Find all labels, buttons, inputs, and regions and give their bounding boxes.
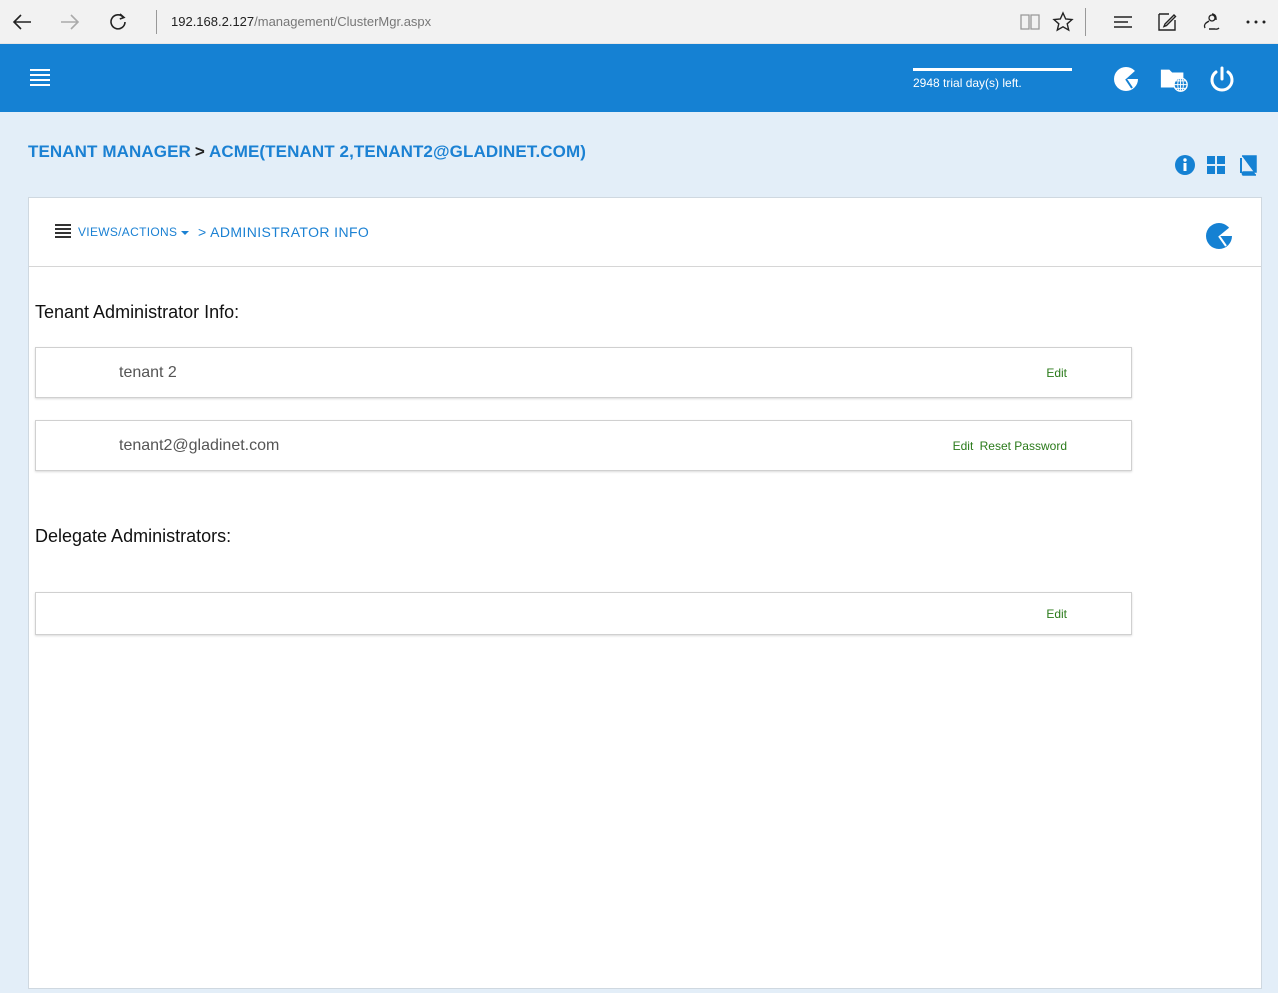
admin-name-text: tenant 2 xyxy=(119,364,177,381)
breadcrumb-current[interactable]: ACME(TENANT 2,TENANT2@GLADINET.COM) xyxy=(209,142,586,161)
trial-days-text: 2948 trial day(s) left. xyxy=(913,76,1022,90)
back-icon[interactable] xyxy=(8,8,36,36)
share-icon[interactable] xyxy=(1198,8,1226,36)
caret-down-icon xyxy=(181,230,190,235)
trial-progress-bar xyxy=(913,68,1072,71)
admin-email-text: tenant2@gladinet.com xyxy=(119,437,280,454)
hub-icon[interactable] xyxy=(1109,8,1137,36)
info-icon[interactable] xyxy=(1174,154,1196,176)
edit-delegates-link[interactable]: Edit xyxy=(1046,607,1067,621)
dashboard-pie-icon[interactable] xyxy=(1111,64,1141,94)
panel-header: VIEWS/ACTIONS > ADMINISTRATOR INFO xyxy=(29,198,1261,267)
breadcrumb-root-link[interactable]: TENANT MANAGER xyxy=(28,142,191,161)
delegate-admins-card: Edit xyxy=(35,592,1132,635)
hamburger-icon[interactable] xyxy=(30,69,50,87)
tiles-icon[interactable] xyxy=(1205,154,1227,176)
app-header: 2948 trial day(s) left. xyxy=(0,44,1278,112)
toolbar-divider xyxy=(1085,8,1086,36)
reset-password-link[interactable]: Reset Password xyxy=(980,439,1067,453)
admin-name-actions: Edit xyxy=(1043,366,1067,380)
admin-name-card: tenant 2 Edit xyxy=(35,347,1132,398)
views-actions-dropdown[interactable]: VIEWS/ACTIONS xyxy=(78,225,190,239)
delegate-admins-heading: Delegate Administrators: xyxy=(35,526,232,546)
more-icon[interactable] xyxy=(1242,8,1270,36)
reading-view-icon[interactable] xyxy=(1016,8,1044,36)
folder-web-icon[interactable] xyxy=(1159,64,1189,94)
breadcrumb-separator: > xyxy=(194,142,205,161)
section-breadcrumb: > ADMINISTRATOR INFO xyxy=(198,224,370,240)
admin-email-actions: Edit Reset Password xyxy=(950,439,1067,453)
power-icon[interactable] xyxy=(1207,64,1237,94)
address-bar[interactable]: 192.168.2.127/management/ClusterMgr.aspx xyxy=(156,10,431,34)
list-icon[interactable] xyxy=(55,224,71,238)
main-panel: VIEWS/ACTIONS > ADMINISTRATOR INFO Tenan… xyxy=(28,197,1262,989)
page-breadcrumb: TENANT MANAGER > ACME(TENANT 2,TENANT2@GLA… xyxy=(28,142,586,162)
delegate-actions: Edit xyxy=(1043,607,1067,621)
dashboard-pie-icon[interactable] xyxy=(1204,221,1234,251)
forward-icon[interactable] xyxy=(56,8,84,36)
favorite-star-icon[interactable] xyxy=(1049,8,1077,36)
tenant-admin-heading: Tenant Administrator Info: xyxy=(35,302,240,322)
edit-email-link[interactable]: Edit xyxy=(953,439,974,453)
web-note-icon[interactable] xyxy=(1153,8,1181,36)
edit-name-link[interactable]: Edit xyxy=(1046,366,1067,380)
browser-toolbar: 192.168.2.127/management/ClusterMgr.aspx xyxy=(0,0,1278,44)
admin-email-card: tenant2@gladinet.com Edit Reset Password xyxy=(35,420,1132,471)
book-icon[interactable] xyxy=(1237,154,1259,176)
refresh-icon[interactable] xyxy=(104,8,132,36)
